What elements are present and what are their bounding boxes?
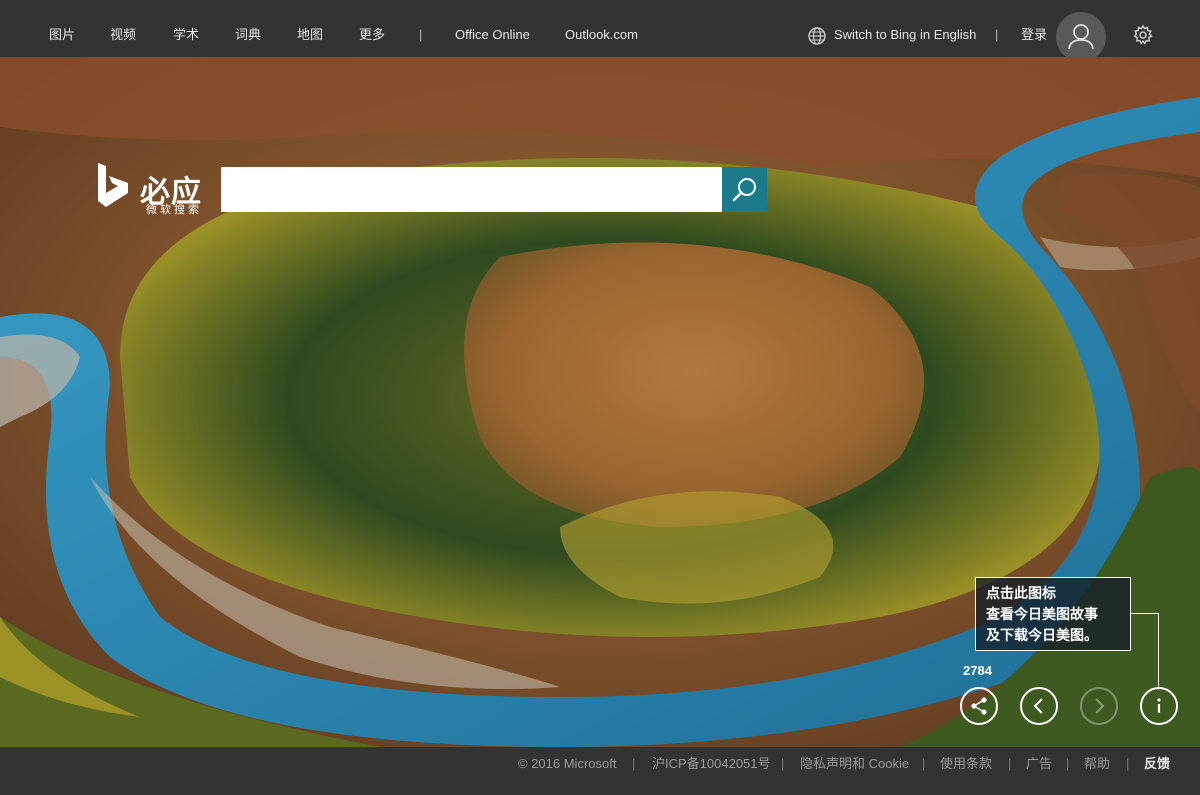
logo-subtitle: 微软搜索 [146, 204, 202, 216]
user-icon [1068, 24, 1094, 50]
globe-icon[interactable] [807, 26, 827, 46]
chevron-left-icon [1033, 698, 1043, 714]
gear-icon[interactable] [1132, 24, 1154, 46]
tooltip-connector-line [1131, 613, 1159, 690]
tooltip-line: 点击此图标 [986, 585, 1056, 601]
share-button[interactable] [960, 687, 998, 725]
nav-images[interactable]: 图片 [49, 27, 75, 43]
footer-help-link[interactable]: 帮助 [1084, 756, 1110, 771]
tooltip-line: 查看今日美图故事 [986, 606, 1098, 622]
info-icon [1157, 698, 1161, 713]
previous-image-button[interactable] [1020, 687, 1058, 725]
footer-separator: | [1126, 756, 1130, 771]
image-info-button[interactable] [1140, 687, 1178, 725]
footer-separator: | [922, 756, 926, 771]
footer-separator: | [1066, 756, 1070, 771]
switch-language-link[interactable]: Switch to Bing in English [834, 27, 976, 43]
chevron-right-icon [1095, 698, 1105, 714]
footer-terms-link[interactable]: 使用条款 [940, 756, 992, 771]
top-navigation-bar: 图片 视频 学术 词典 地图 更多 | Office Online Outloo… [0, 0, 1200, 62]
login-link[interactable]: 登录 [1021, 27, 1047, 43]
nav-more[interactable]: 更多 [359, 27, 385, 43]
search-button[interactable] [722, 167, 767, 212]
footer-icp-link[interactable]: 沪ICP备10042051号 [652, 756, 771, 771]
footer-ads-link[interactable]: 广告 [1026, 756, 1052, 771]
footer: © 2016 Microsoft | 沪ICP备10042051号 | 隐私声明… [0, 747, 1200, 795]
nav-maps[interactable]: 地图 [297, 27, 323, 43]
footer-separator: | [632, 756, 636, 771]
footer-feedback-link[interactable]: 反馈 [1144, 756, 1170, 771]
bing-logo[interactable]: 必应 微软搜索 [96, 163, 206, 216]
nav-outlook[interactable]: Outlook.com [565, 27, 638, 43]
search-icon [732, 178, 756, 202]
nav-separator-right: | [995, 27, 999, 42]
footer-privacy-link[interactable]: 隐私声明和 Cookie [800, 756, 909, 771]
avatar[interactable] [1056, 12, 1106, 62]
footer-separator: | [781, 756, 785, 771]
nav-academic[interactable]: 学术 [173, 27, 199, 43]
next-image-button[interactable] [1080, 687, 1118, 725]
share-count: 2784 [963, 663, 992, 678]
nav-separator: | [419, 27, 423, 42]
nav-office-online[interactable]: Office Online [455, 27, 530, 43]
nav-dictionary[interactable]: 词典 [235, 27, 261, 43]
footer-separator: | [1008, 756, 1012, 771]
bing-logo-icon [98, 163, 128, 207]
tooltip-line: 及下载今日美图。 [986, 627, 1098, 643]
search-input[interactable] [221, 167, 722, 212]
share-icon [971, 697, 987, 715]
footer-copyright: © 2016 Microsoft [518, 756, 617, 771]
nav-videos[interactable]: 视频 [110, 27, 136, 43]
image-info-tooltip: 点击此图标 查看今日美图故事 及下载今日美图。 [975, 577, 1131, 651]
